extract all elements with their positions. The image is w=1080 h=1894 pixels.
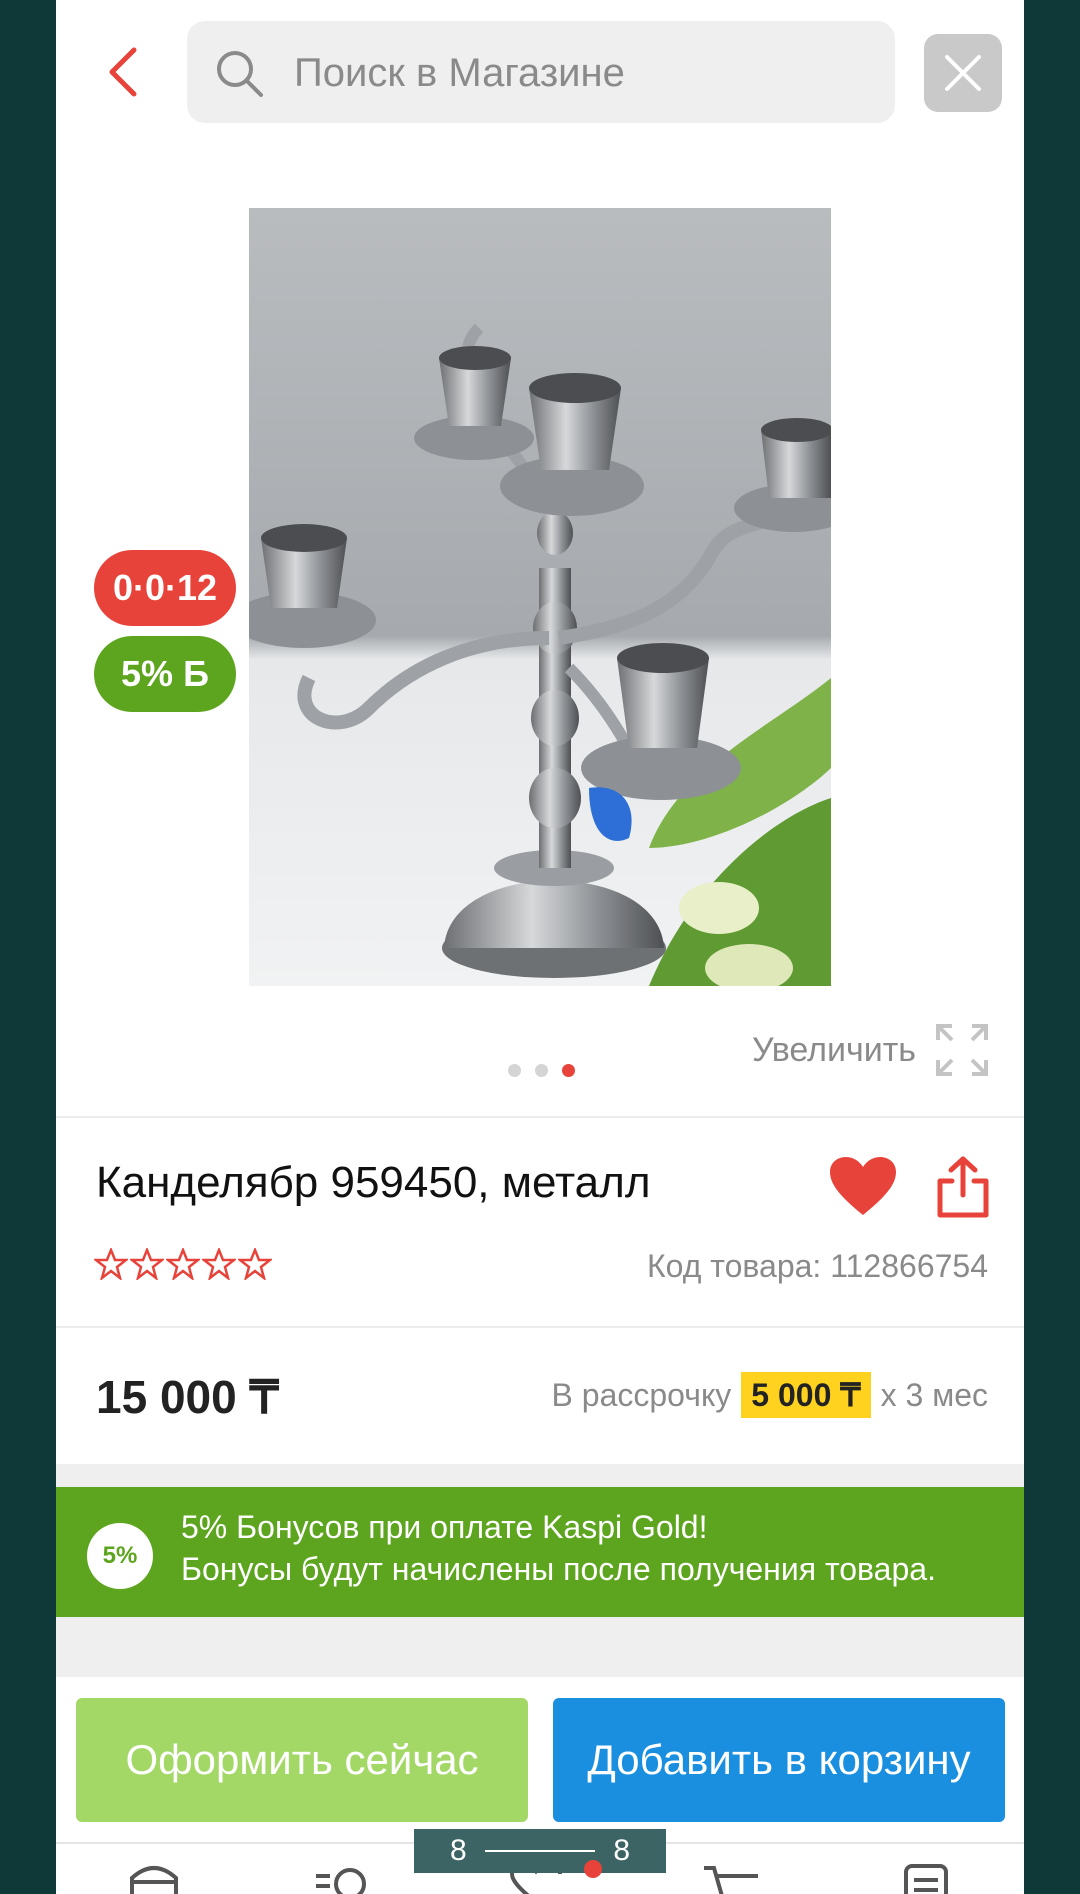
installment-suffix: х 3 мес xyxy=(880,1376,988,1413)
pager-left: 8 xyxy=(450,1834,467,1867)
bonus-badge: 5% Б xyxy=(94,636,236,712)
store-icon[interactable] xyxy=(126,1862,182,1894)
expand-icon xyxy=(935,1024,988,1076)
pager-dot-active[interactable] xyxy=(562,1064,575,1077)
zoom-label: Увеличить xyxy=(752,1030,916,1069)
pager-dot[interactable] xyxy=(535,1064,548,1077)
product-title: Канделябр 959450, металл xyxy=(96,1158,651,1207)
installment-amount: 5 000 ₸ xyxy=(741,1372,871,1418)
installment-info: В рассрочку 5 000 ₸ х 3 мес xyxy=(552,1372,988,1418)
page-indicator-overlay: 8 8 xyxy=(414,1829,666,1873)
spacer xyxy=(56,1464,1024,1487)
buy-now-button[interactable]: Оформить сейчас xyxy=(76,1698,528,1822)
installment-prefix: В рассрочку xyxy=(551,1376,732,1413)
star-icon xyxy=(238,1248,272,1280)
search-icon xyxy=(213,47,265,99)
star-icon xyxy=(202,1248,236,1280)
divider xyxy=(56,1116,1024,1118)
rating-stars xyxy=(94,1248,272,1280)
search-input[interactable]: Поиск в Магазине xyxy=(187,21,895,123)
pager-dot[interactable] xyxy=(508,1064,521,1077)
orders-icon[interactable] xyxy=(902,1862,950,1894)
header: Поиск в Магазине xyxy=(56,0,1024,150)
pager-right: 8 xyxy=(613,1834,630,1867)
app-screen: Поиск в Магазине 0·0·12 5% Б Увеличить К… xyxy=(56,0,1024,1894)
spacer xyxy=(56,1617,1024,1677)
divider xyxy=(56,1326,1024,1328)
add-to-cart-button[interactable]: Добавить в корзину xyxy=(553,1698,1005,1822)
bonus-banner: 5% 5% Бонусов при оплате Kaspi Gold! Бон… xyxy=(56,1487,1024,1617)
close-button[interactable] xyxy=(924,34,1002,112)
bonus-percent-icon: 5% xyxy=(87,1523,153,1589)
heart-icon[interactable] xyxy=(828,1155,898,1222)
star-icon xyxy=(130,1248,164,1280)
active-tab-dot xyxy=(584,1860,602,1878)
price: 15 000 ₸ xyxy=(96,1371,279,1423)
back-chevron-icon[interactable] xyxy=(96,42,156,102)
product-code: Код товара: 112866754 xyxy=(647,1248,988,1284)
cart-icon[interactable] xyxy=(702,1862,762,1894)
star-icon xyxy=(166,1248,200,1280)
catalog-search-icon[interactable] xyxy=(314,1862,374,1894)
star-icon xyxy=(94,1248,128,1280)
pager-line xyxy=(484,1850,596,1852)
search-placeholder: Поиск в Магазине xyxy=(294,51,625,95)
close-icon xyxy=(945,55,981,91)
image-pager-dots xyxy=(508,1064,575,1077)
installment-badge: 0·0·12 xyxy=(94,550,236,626)
bonus-line-2: Бонусы будут начислены после получения т… xyxy=(181,1551,936,1587)
bonus-line-1: 5% Бонусов при оплате Kaspi Gold! xyxy=(181,1509,708,1545)
zoom-button[interactable]: Увеличить xyxy=(752,1020,990,1080)
product-image[interactable] xyxy=(249,208,831,986)
share-icon[interactable] xyxy=(936,1155,990,1224)
